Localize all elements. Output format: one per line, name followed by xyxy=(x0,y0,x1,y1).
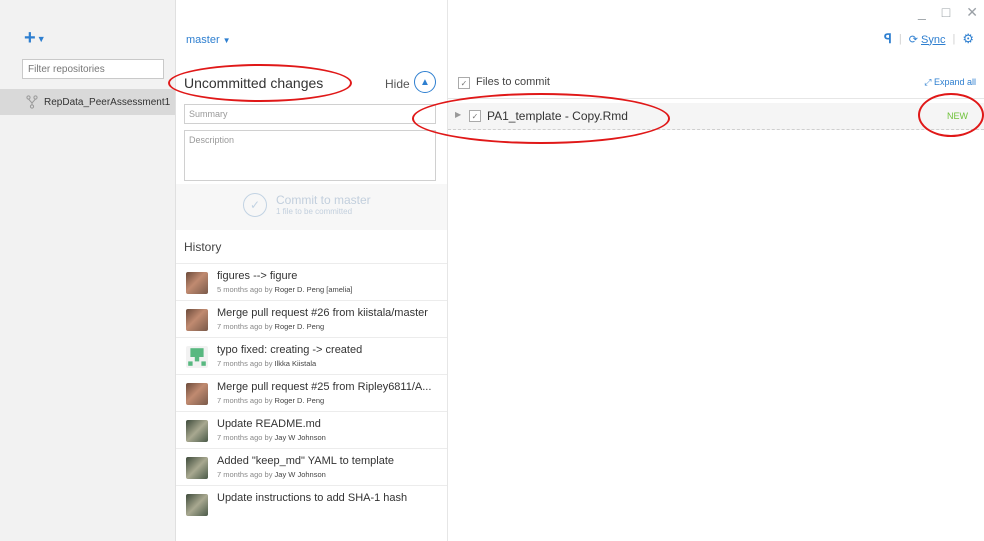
avatar xyxy=(186,420,208,442)
summary-input[interactable] xyxy=(184,104,436,124)
repository-fork-icon xyxy=(26,95,38,109)
annotation-ellipse xyxy=(918,93,984,137)
select-all-checkbox[interactable]: ✓ xyxy=(458,77,470,89)
repository-name: RepData_PeerAssessment1 xyxy=(44,96,171,108)
collapse-button[interactable]: ▲ xyxy=(414,71,436,93)
avatar xyxy=(186,457,208,479)
annotation-ellipse xyxy=(412,93,670,144)
commit-title: Update instructions to add SHA-1 hash xyxy=(217,492,408,504)
history-list: figures --> figure 5 months ago by Roger… xyxy=(176,263,447,522)
history-item[interactable]: figures --> figure 5 months ago by Roger… xyxy=(176,263,447,300)
sync-button[interactable]: ⟳ Sync xyxy=(909,33,946,46)
history-item[interactable]: Update README.md 7 months ago by Jay W J… xyxy=(176,411,447,448)
commit-button-label[interactable]: Commit to master xyxy=(276,193,371,207)
hide-label[interactable]: Hide xyxy=(385,77,410,91)
window-controls: _ □ ✕ xyxy=(918,4,978,21)
gear-icon[interactable]: ⚙ xyxy=(962,31,974,47)
avatar xyxy=(186,309,208,331)
avatar xyxy=(186,272,208,294)
pull-request-icon[interactable]: ꟼ xyxy=(884,31,892,47)
description-input[interactable] xyxy=(184,130,436,181)
checkmark-icon: ✓ xyxy=(249,198,261,212)
chevron-down-icon: ▼ xyxy=(222,36,231,45)
history-title: History xyxy=(184,240,222,254)
filter-repositories-input[interactable] xyxy=(22,59,164,79)
commit-title: typo fixed: creating -> created xyxy=(217,344,363,356)
history-item[interactable]: Update instructions to add SHA-1 hash xyxy=(176,485,447,522)
expand-all-link[interactable]: ⤢ Expand all xyxy=(924,77,976,88)
commit-meta: 5 months ago by Roger D. Peng [amelia] xyxy=(217,285,353,294)
commit-title: Merge pull request #26 from kiistala/mas… xyxy=(217,307,428,319)
commit-subtitle: 1 file to be committed xyxy=(276,207,353,216)
commit-title: Update README.md xyxy=(217,418,321,430)
files-to-commit-label: Files to commit xyxy=(476,76,550,88)
commit-meta: 7 months ago by Ilkka Kiistala xyxy=(217,359,317,368)
commit-meta: 7 months ago by Roger D. Peng xyxy=(217,396,325,405)
plus-icon: + xyxy=(24,27,36,49)
sync-icon: ⟳ xyxy=(908,33,918,46)
commit-title: figures --> figure xyxy=(217,270,298,282)
top-toolbar: ꟼ | ⟳ Sync | ⚙ xyxy=(884,31,974,47)
chevron-down-icon: ▼ xyxy=(36,33,46,44)
commit-title: Merge pull request #25 from Ripley6811/A… xyxy=(217,381,432,393)
repository-item[interactable]: RepData_PeerAssessment1 xyxy=(0,89,175,115)
repository-sidebar xyxy=(0,0,176,541)
sync-label: Sync xyxy=(921,33,946,46)
close-button[interactable]: ✕ xyxy=(966,4,978,21)
chevron-up-icon: ▲ xyxy=(420,76,430,88)
commit-meta: 7 months ago by Roger D. Peng xyxy=(217,322,325,331)
commit-meta: 7 months ago by Jay W Johnson xyxy=(217,470,326,479)
expand-icon: ⤢ xyxy=(924,77,932,87)
maximize-button[interactable]: □ xyxy=(942,4,950,21)
avatar xyxy=(186,383,208,405)
commit-button[interactable]: ✓ xyxy=(243,193,267,217)
annotation-ellipse xyxy=(168,64,352,102)
history-item[interactable]: typo fixed: creating -> created 7 months… xyxy=(176,337,447,374)
add-repository-button[interactable]: +▼ xyxy=(24,28,46,49)
identicon-avatar xyxy=(186,346,208,368)
history-item[interactable]: Added "keep_md" YAML to template 7 month… xyxy=(176,448,447,485)
branch-name: master xyxy=(186,34,220,46)
branch-selector[interactable]: master ▼ xyxy=(186,34,231,46)
history-item[interactable]: Merge pull request #26 from kiistala/mas… xyxy=(176,300,447,337)
minimize-button[interactable]: _ xyxy=(918,4,926,21)
history-item[interactable]: Merge pull request #25 from Ripley6811/A… xyxy=(176,374,447,411)
commit-title: Added "keep_md" YAML to template xyxy=(217,455,394,467)
commit-meta: 7 months ago by Jay W Johnson xyxy=(217,433,326,442)
avatar xyxy=(186,494,208,516)
